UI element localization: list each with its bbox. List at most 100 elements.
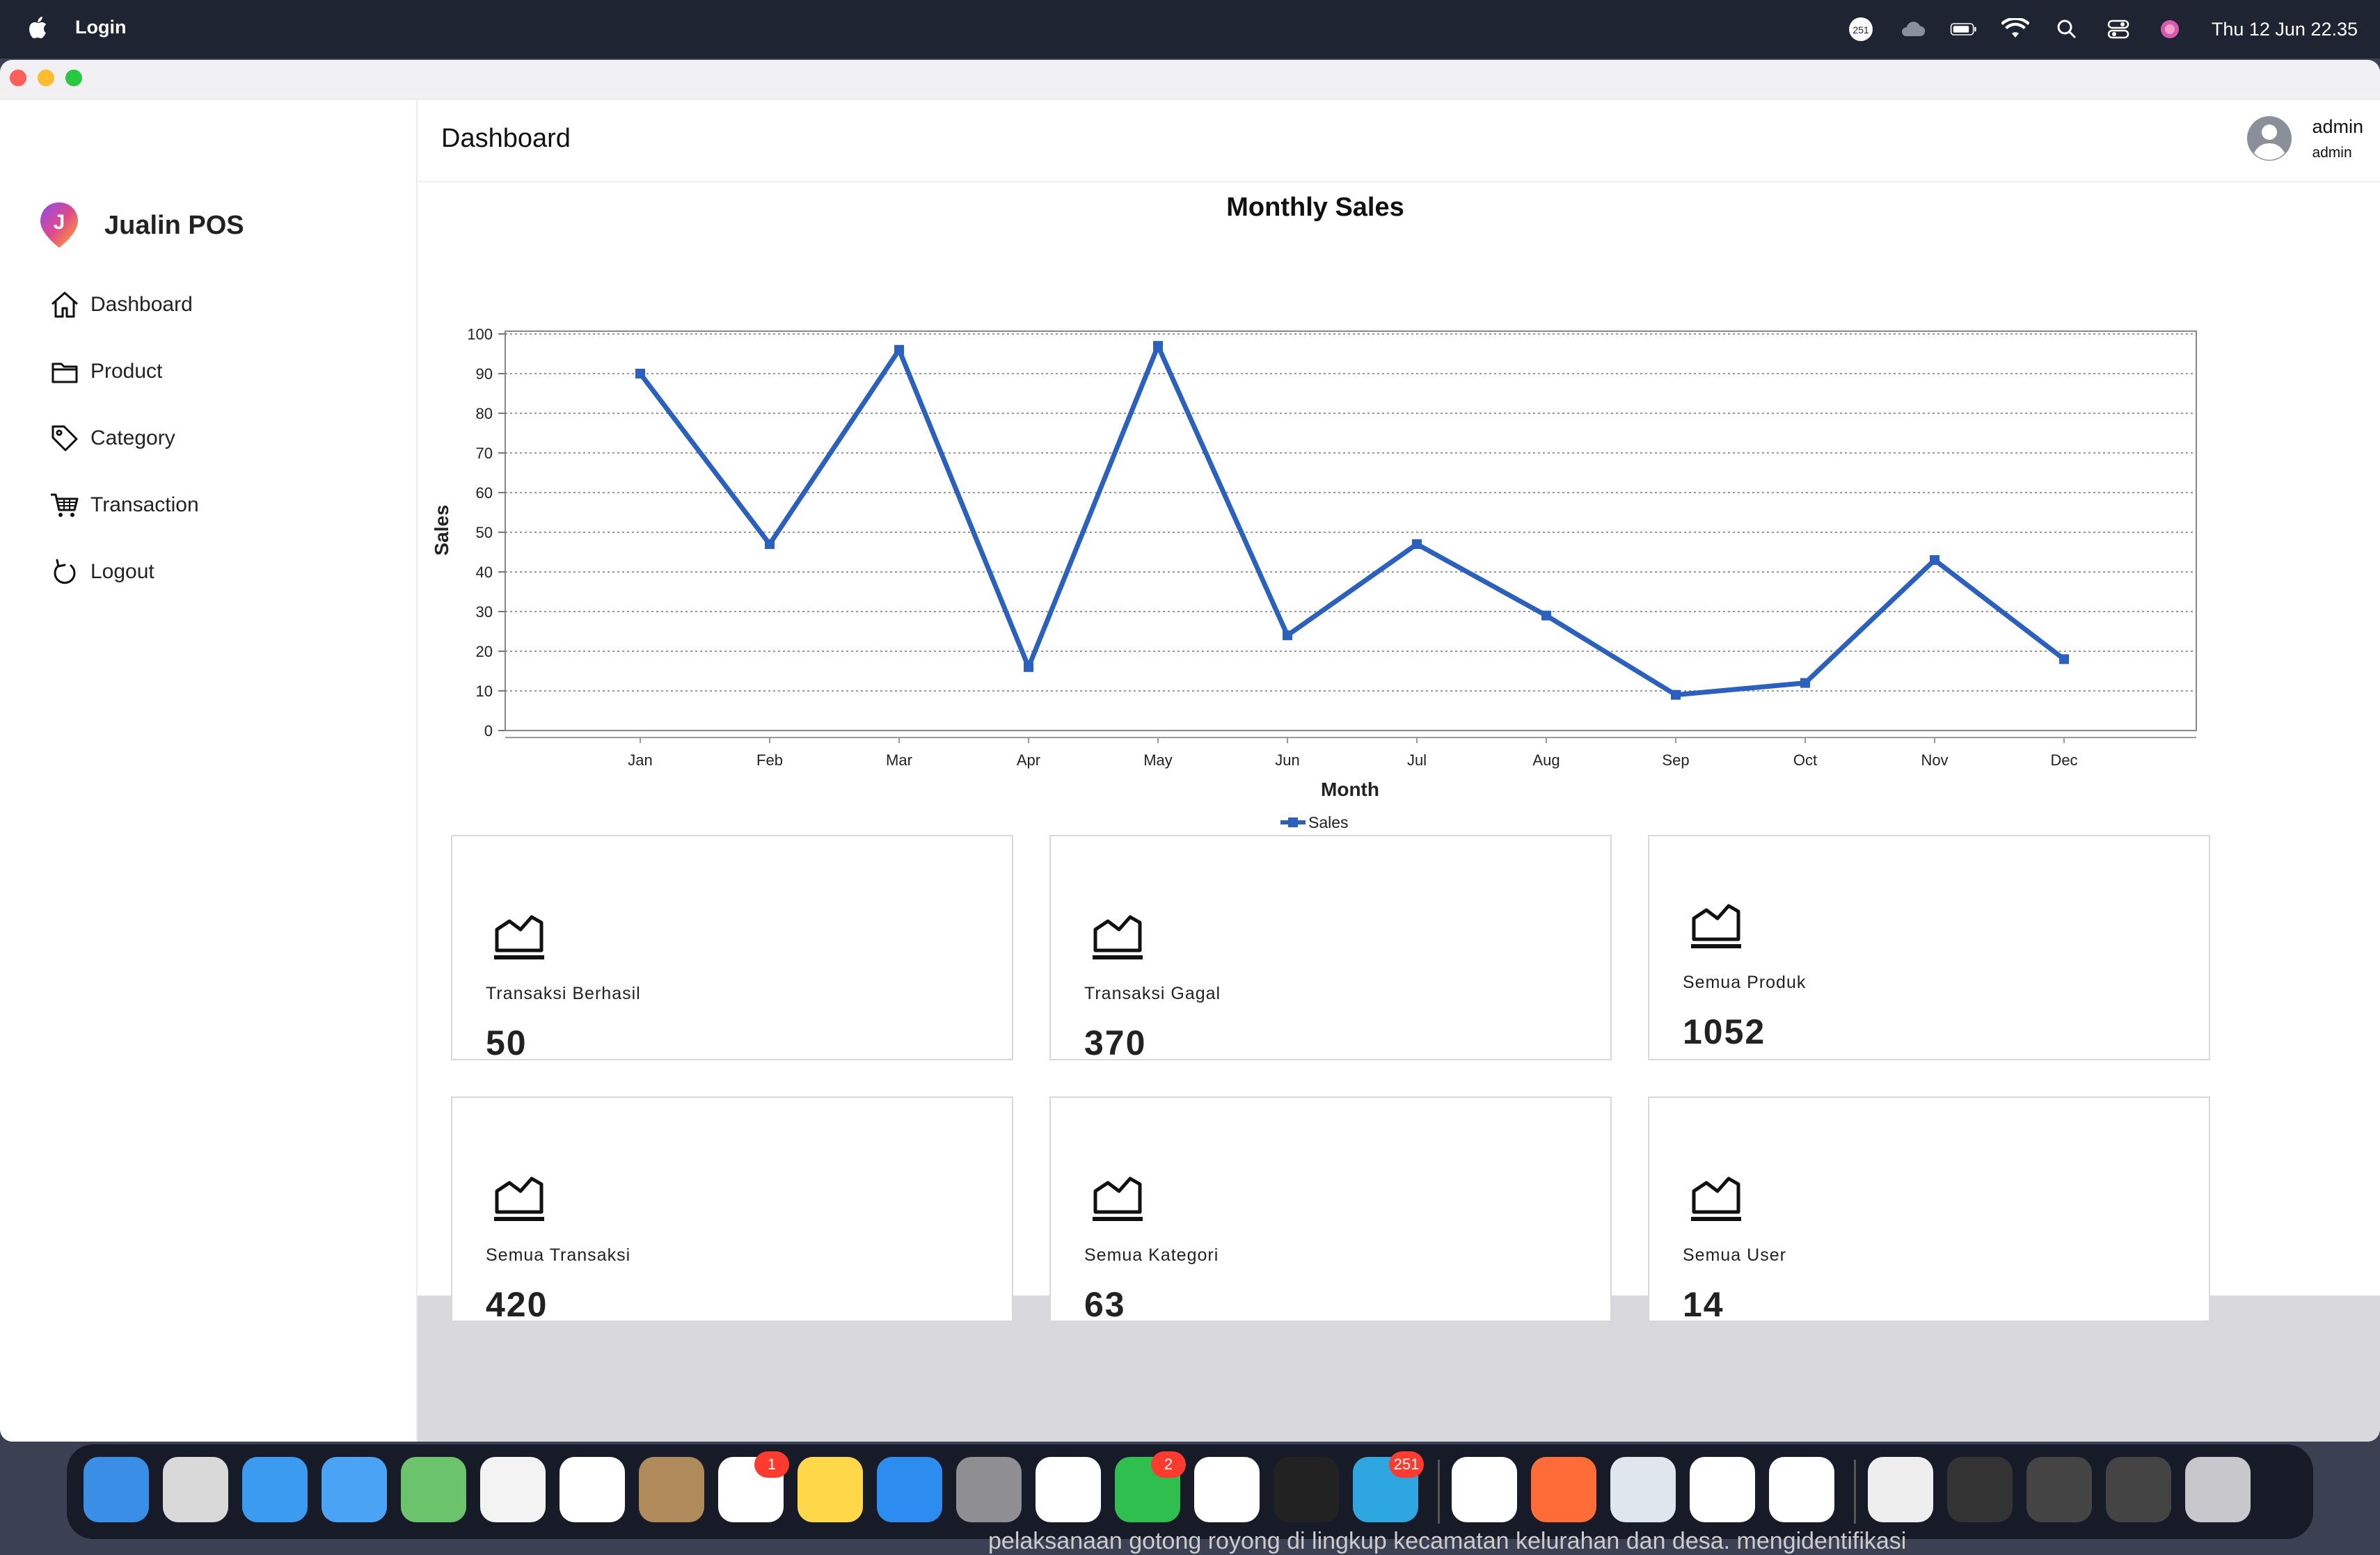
y-axis-label: Sales — [431, 504, 452, 555]
notification-badge: 251 — [1389, 1451, 1424, 1478]
contacts-icon[interactable] — [639, 1457, 704, 1522]
virtualbox-icon[interactable] — [1690, 1457, 1755, 1522]
postman-icon[interactable] — [1531, 1457, 1596, 1522]
stat-card: Semua User 14 — [1648, 1097, 2210, 1324]
data-point — [1930, 555, 1939, 565]
sidebar: J Jualin POS Dashboard Product Category … — [0, 100, 418, 1442]
control-center-icon[interactable] — [2104, 15, 2132, 43]
sidebar-item-label: Product — [90, 360, 163, 383]
app-store-icon[interactable] — [877, 1457, 942, 1522]
x-tick-label: May — [1143, 751, 1173, 769]
brand: J Jualin POS — [38, 201, 244, 250]
y-tick-label: 20 — [476, 643, 493, 660]
stat-card: Transaksi Gagal 370 — [1049, 835, 1612, 1062]
user-name: admin — [2312, 115, 2363, 137]
x-tick-label: Nov — [1921, 751, 1948, 769]
data-point — [894, 344, 904, 355]
data-point — [1153, 341, 1163, 351]
preview-icon[interactable] — [1610, 1457, 1676, 1522]
telegram-icon[interactable]: 251 — [1353, 1451, 1424, 1522]
mail-icon[interactable] — [322, 1457, 387, 1522]
x-tick-label: Jun — [1275, 751, 1299, 769]
maps-icon[interactable] — [401, 1457, 466, 1522]
home-icon — [51, 292, 78, 318]
x-axis-label: Month — [1321, 779, 1379, 800]
calendar-icon[interactable] — [560, 1457, 625, 1522]
menu-bar: Login 251 Thu 12 Jun 22.35 — [0, 0, 2380, 58]
stat-card-value: 420 — [486, 1285, 548, 1324]
safari-icon[interactable] — [242, 1457, 308, 1522]
user-menu[interactable]: admin admin — [2245, 114, 2363, 163]
java-app-icon[interactable] — [1769, 1457, 1834, 1522]
whatsapp-icon[interactable]: 2 — [1115, 1451, 1186, 1522]
x-tick-label: Dec — [2050, 751, 2077, 769]
notes-icon[interactable] — [798, 1457, 863, 1522]
stat-card-value: 14 — [1683, 1285, 1724, 1324]
terminal-icon[interactable] — [1274, 1457, 1339, 1522]
menubar-clock[interactable]: Thu 12 Jun 22.35 — [2212, 19, 2358, 40]
cloud-icon[interactable] — [1898, 15, 1926, 43]
data-point — [765, 539, 775, 550]
logout-icon — [54, 559, 76, 584]
data-point — [1671, 689, 1681, 700]
area-chart-icon — [494, 915, 544, 959]
stat-card-value: 63 — [1084, 1285, 1126, 1324]
minimize-window-button[interactable] — [38, 70, 54, 86]
dbeaver-icon[interactable] — [1452, 1457, 1517, 1522]
stat-card-label: Semua User — [1683, 1245, 1786, 1265]
user-role: admin — [2312, 144, 2352, 161]
svg-text:J: J — [54, 211, 65, 234]
launchpad-icon[interactable] — [163, 1457, 228, 1522]
notification-badge: 1 — [754, 1451, 789, 1478]
zoom-window-button[interactable] — [65, 70, 82, 86]
wifi-icon[interactable] — [2001, 15, 2029, 43]
active-app-name[interactable]: Login — [75, 17, 126, 38]
dock: 1 2 251 — [67, 1444, 2313, 1539]
data-point — [1283, 630, 1292, 641]
line-chart: Monthly Sales 0 10 20 30 40 50 60 70 80 90 100 Jan Fe… — [431, 193, 2197, 831]
brand-name: Jualin POS — [104, 210, 244, 240]
stat-card-label: Transaksi Gagal — [1084, 984, 1221, 1003]
page-header: Dashboard admin admin — [418, 100, 2380, 182]
y-tick-label: 70 — [476, 445, 493, 462]
area-chart-icon — [1691, 904, 1741, 948]
apple-icon[interactable] — [26, 14, 51, 42]
brand-logo-icon: J — [40, 202, 78, 248]
background-window-text: pelaksanaan gotong royong di lingkup kec… — [988, 1528, 1907, 1554]
office-icon[interactable] — [1036, 1457, 1101, 1522]
x-tick-label: Sep — [1662, 751, 1689, 769]
sidebar-item-category[interactable]: Category — [49, 405, 199, 472]
close-window-button[interactable] — [10, 70, 26, 86]
data-point — [1800, 678, 1810, 688]
finder-icon[interactable] — [84, 1457, 149, 1522]
sidebar-item-product[interactable]: Product — [49, 338, 199, 405]
stat-card-value: 1052 — [1683, 1012, 1766, 1051]
app-switcher-icon[interactable] — [1947, 1457, 2013, 1522]
data-point — [635, 369, 645, 378]
x-tick-label: Feb — [756, 751, 783, 769]
chrome-icon[interactable] — [1194, 1457, 1260, 1522]
y-tick-label: 40 — [476, 564, 493, 581]
area-chart-icon — [1691, 1177, 1741, 1221]
trash-icon[interactable] — [2185, 1457, 2251, 1522]
x-tick-label: Apr — [1017, 751, 1040, 769]
photos-icon[interactable] — [480, 1457, 546, 1522]
sidebar-item-dashboard[interactable]: Dashboard — [49, 271, 199, 338]
x-tick-label: Aug — [1532, 751, 1560, 769]
tag-icon — [51, 425, 78, 452]
battery-icon[interactable] — [1950, 15, 1978, 43]
document-icon[interactable] — [1868, 1457, 1933, 1522]
spotlight-search-icon[interactable] — [2053, 15, 2081, 43]
area-chart-icon — [1093, 915, 1143, 959]
window-thumbnail-icon[interactable] — [2026, 1457, 2092, 1522]
siri-icon[interactable] — [2156, 15, 2184, 43]
sidebar-item-transaction[interactable]: Transaction — [49, 472, 199, 539]
reminders-icon[interactable]: 1 — [718, 1451, 789, 1522]
sidebar-item-label: Category — [90, 426, 175, 449]
sidebar-item-logout[interactable]: Logout — [49, 539, 199, 605]
x-tick-label: Jan — [628, 751, 652, 769]
x-tick-label: Jul — [1407, 751, 1427, 769]
system-settings-icon[interactable] — [956, 1457, 1022, 1522]
status-badge-icon[interactable]: 251 — [1847, 15, 1875, 43]
window-thumbnail-icon[interactable] — [2106, 1457, 2171, 1522]
